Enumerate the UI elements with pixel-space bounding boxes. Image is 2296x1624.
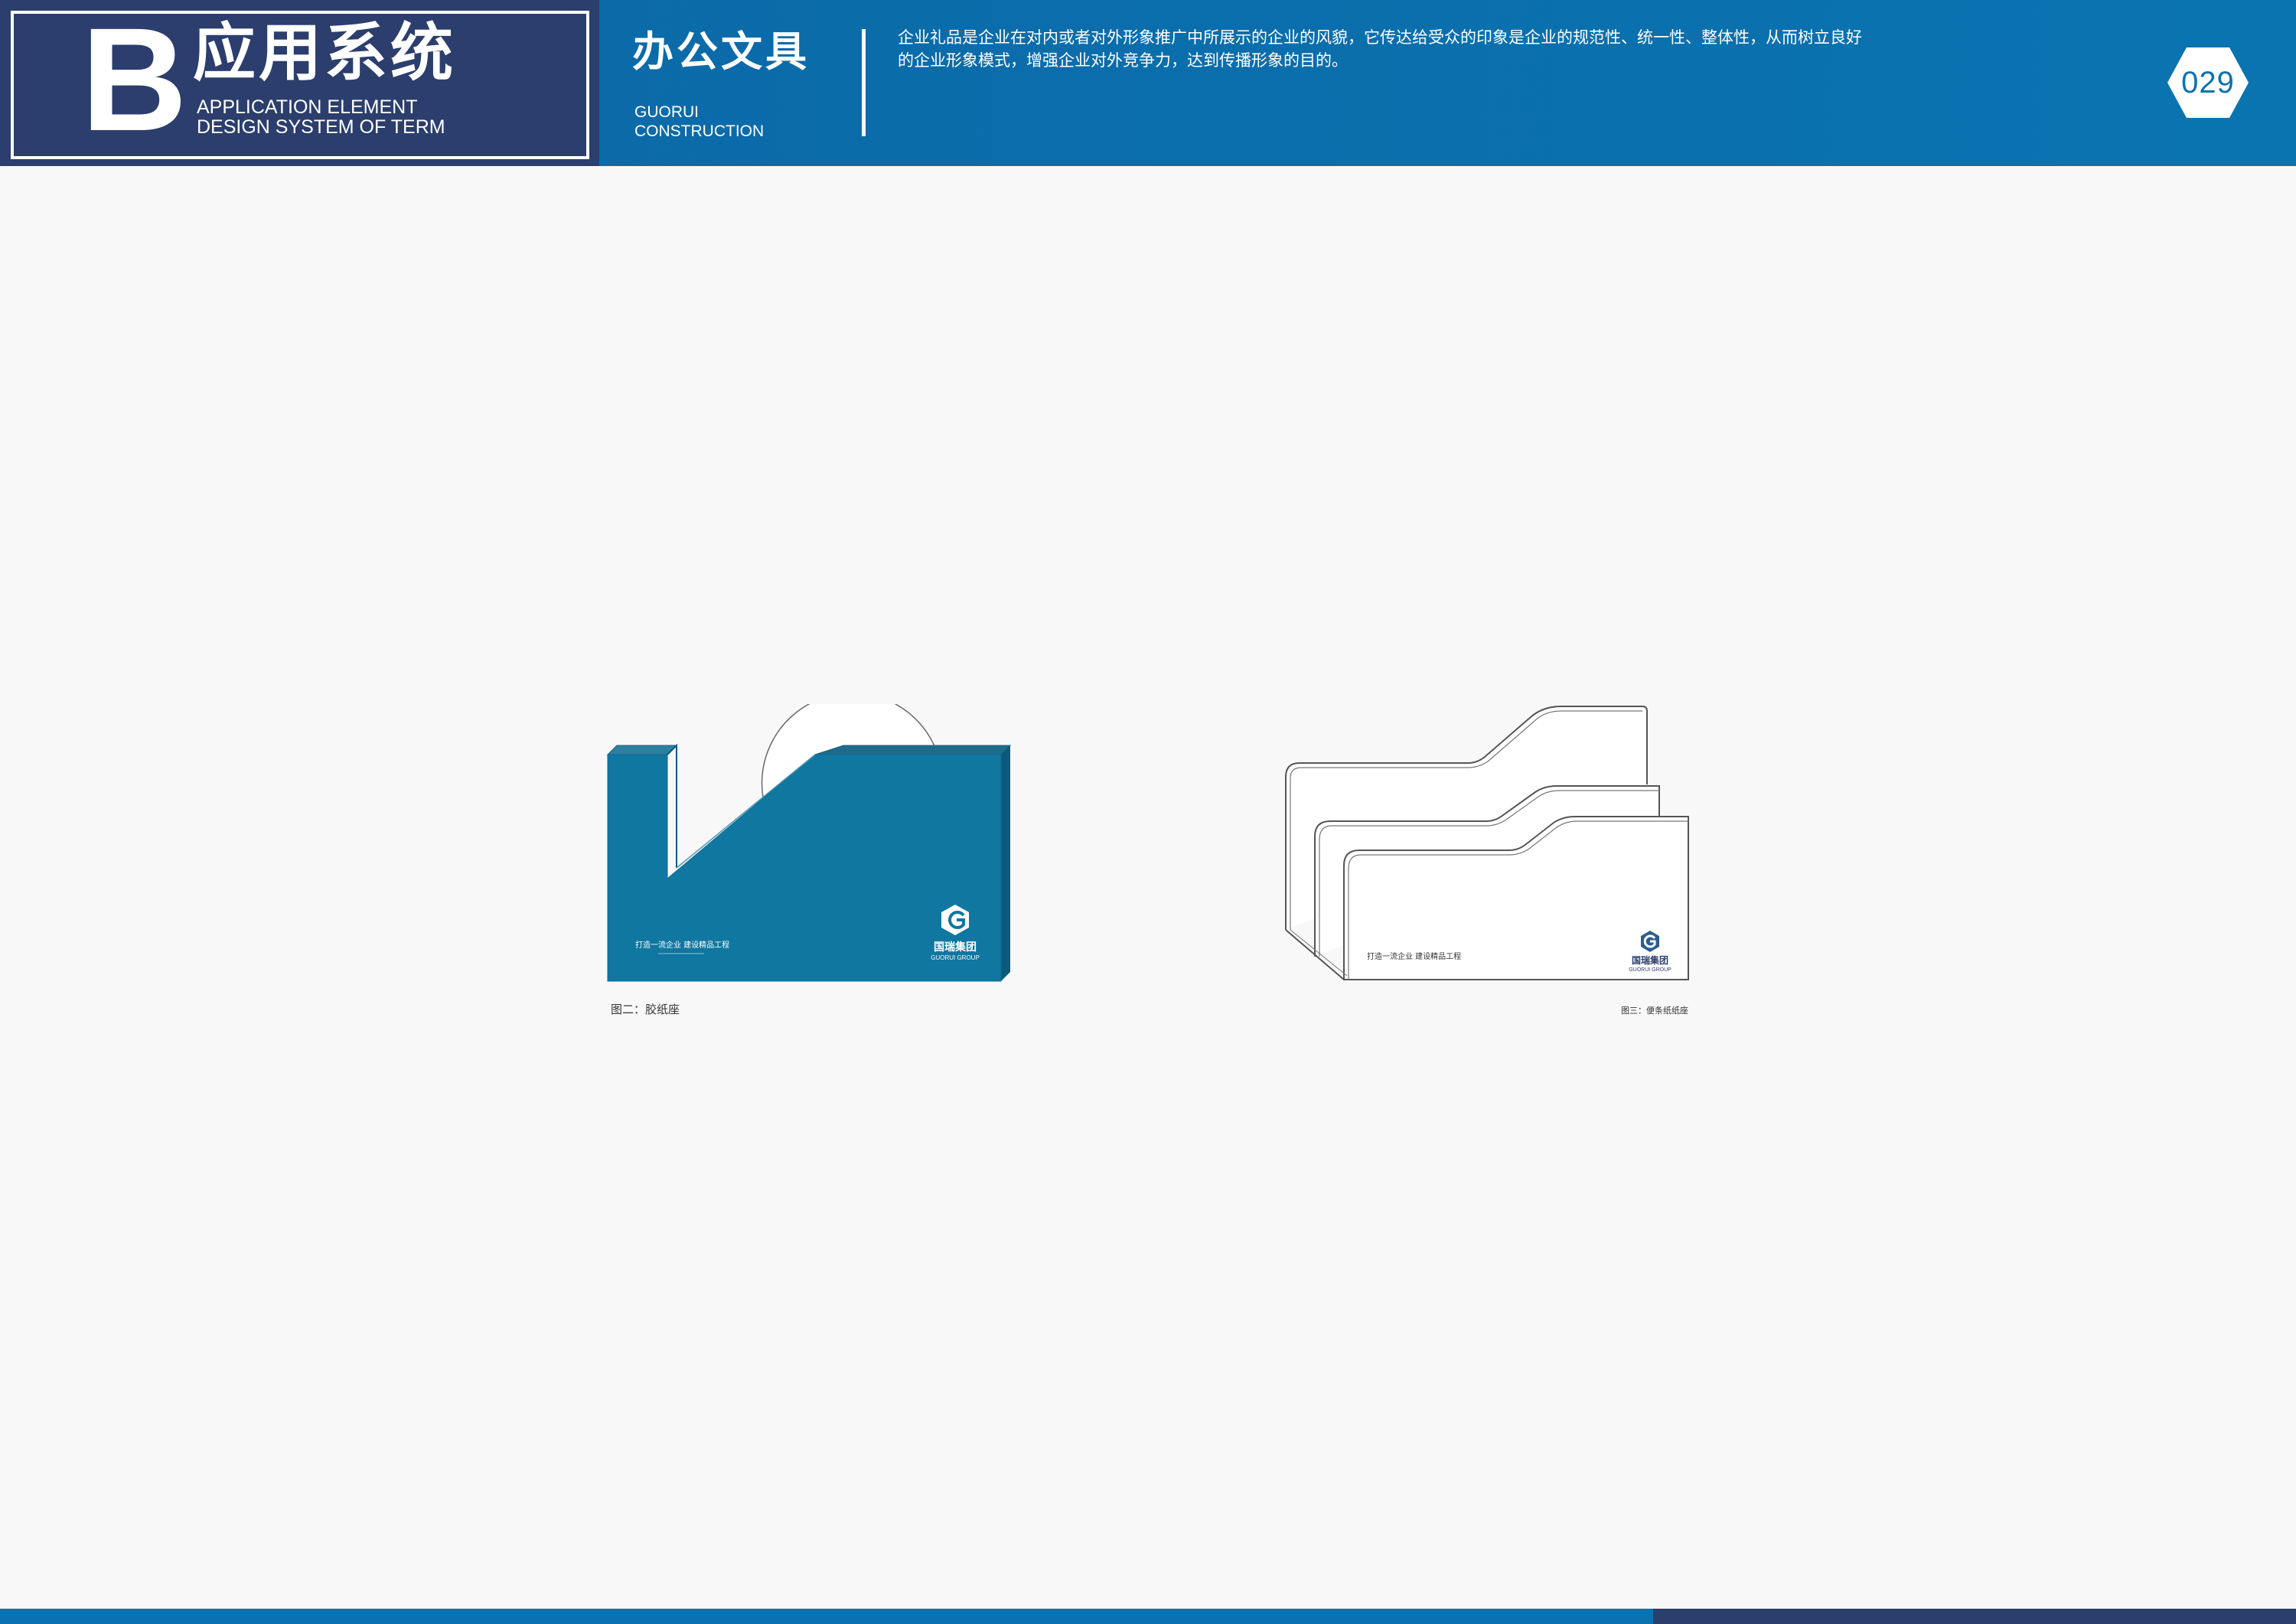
brand-subtitle: APPLICATION ELEMENT DESIGN SYSTEM OF TER…	[197, 96, 445, 138]
page-header: B 应用系统 APPLICATION ELEMENT DESIGN SYSTEM…	[0, 0, 2296, 166]
intro-text: 企业礼品是企业在对内或者对外形象推广中所展示的企业的风貌，它传达给受众的印象是企…	[898, 28, 1862, 70]
header-divider	[862, 29, 866, 136]
brand-block: B 应用系统 APPLICATION ELEMENT DESIGN SYSTEM…	[0, 0, 599, 166]
tape-logo-cn: 国瑞集团	[934, 941, 977, 954]
section-subtitle-line-2: CONSTRUCTION	[634, 122, 765, 140]
footer-bar-blue	[0, 1609, 1653, 1624]
file-holder-illustration: 国瑞集团 GUORUI GROUP 打造一流企业 建设精品工程	[1285, 706, 1689, 980]
brand-letter: B	[81, 0, 188, 161]
holder-logo-cn: 国瑞集团	[1632, 954, 1668, 966]
footer-bar-navy	[1653, 1609, 2296, 1624]
tape-caption: 图二：胶纸座	[611, 1003, 680, 1016]
tape-slogan: 打造一流企业 建设精品工程	[635, 940, 729, 950]
holder-slogan: 打造一流企业 建设精品工程	[1367, 951, 1461, 961]
holder-logo-en: GUORUI GROUP	[1629, 967, 1671, 973]
section-title: 办公文具	[632, 28, 810, 76]
tape-dispenser-illustration: 国瑞集团 GUORUI GROUP 打造一流企业 建设精品工程	[606, 704, 1012, 982]
holder-caption: 图三：便条纸纸座	[1621, 1006, 1688, 1016]
section-subtitle-line-1: GUORUI	[634, 103, 699, 121]
section-subtitle: GUORUI CONSTRUCTION	[634, 103, 764, 141]
page-number: 029	[2181, 65, 2235, 99]
tape-logo-en: GUORUI GROUP	[931, 954, 980, 961]
brand-title: 应用系统	[193, 17, 457, 90]
